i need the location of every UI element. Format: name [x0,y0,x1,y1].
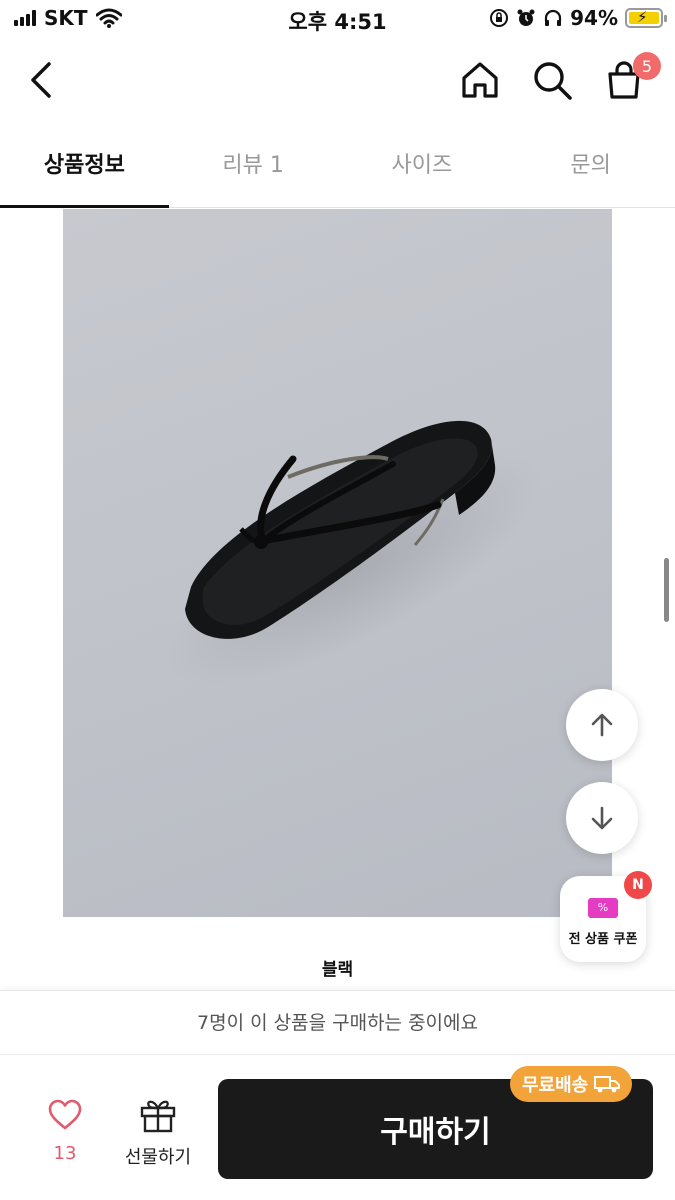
home-icon [462,62,498,98]
battery-icon: ⚡ [625,8,667,28]
home-button[interactable] [456,56,504,104]
coupon-ticket-icon: % [588,898,618,918]
scroll-down-button[interactable] [566,782,638,854]
gift-icon [140,1100,176,1133]
back-button[interactable] [18,56,66,104]
gift-button[interactable]: 선물하기 [118,1095,198,1175]
free-shipping-label: 무료배송 [522,1075,589,1096]
like-count: 13 [53,1143,77,1164]
tab-size[interactable]: 사이즈 [338,126,507,207]
sandal-illustration [164,420,542,686]
arrow-up-icon [591,713,613,737]
gift-label: 선물하기 [124,1147,192,1168]
battery-percent: 94% [570,6,618,30]
free-shipping-badge: 무료배송 [510,1066,633,1102]
like-button[interactable]: 13 [30,1095,100,1175]
product-image [63,209,612,917]
tab-inquiry[interactable]: 문의 [506,126,675,207]
scroll-up-button[interactable] [566,689,638,761]
rotation-lock-icon [490,9,509,27]
product-tabs: 상품정보 리뷰 1 사이즈 문의 [0,126,675,208]
tab-reviews[interactable]: 리뷰 1 [169,126,338,207]
scrollbar[interactable] [664,558,669,622]
status-bar: SKT 오후 4:51 94% ⚡ [0,0,675,40]
top-nav [0,44,675,116]
coupon-new-badge: N [624,871,652,899]
status-right: 94% ⚡ [489,6,667,30]
cart-count-badge: 5 [633,52,661,80]
search-icon [534,62,572,100]
tab-product-info[interactable]: 상품정보 [0,126,169,208]
arrow-down-icon [591,806,613,830]
search-button[interactable] [528,56,576,104]
heart-icon [48,1099,82,1130]
back-icon [31,62,51,98]
truck-icon [594,1076,621,1093]
buyers-notice: 7명이 이 상품을 구매하는 중이에요 [0,990,675,1054]
coupon-label: 전 상품 쿠폰 [568,932,638,947]
alarm-icon [517,9,535,26]
headphones-icon [545,9,562,26]
